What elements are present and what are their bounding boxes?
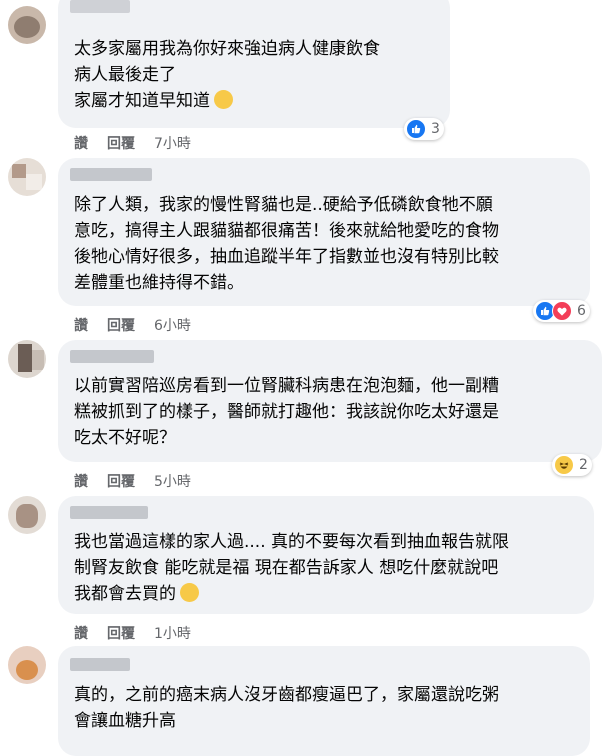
reaction-summary[interactable]: 2 xyxy=(552,454,592,476)
author-name-blurred xyxy=(70,658,130,671)
comment-actions: 讚 回覆 1小時 xyxy=(74,623,210,643)
like-button[interactable]: 讚 xyxy=(74,318,88,334)
like-button[interactable]: 讚 xyxy=(74,136,88,152)
comment-line: 後牠心情好很多，抽血追蹤半年了指數並也沒有特別比較 xyxy=(74,247,499,267)
comment-text: 除了人類，我家的慢性腎貓也是..硬給予低磷飲食牠不願 意吃，搞得主人跟貓貓都很痛… xyxy=(74,192,499,296)
timestamp[interactable]: 7小時 xyxy=(154,136,191,152)
comment-text: 太多家屬用我為你好來強迫病人健康飲食 病人最後走了 家屬才知道早知道 xyxy=(74,36,380,114)
comment-line: 太多家屬用我為你好來強迫病人健康飲食 xyxy=(74,39,380,59)
reaction-count: 6 xyxy=(577,303,586,319)
comment-line: 我也當過這樣的家人過.... 真的不要每次看到抽血報告就限 xyxy=(74,532,510,552)
reply-button[interactable]: 回覆 xyxy=(107,136,135,152)
like-button[interactable]: 讚 xyxy=(74,626,88,642)
reply-button[interactable]: 回覆 xyxy=(107,318,135,334)
avatar[interactable] xyxy=(8,340,46,378)
comment-actions: 讚 回覆 7小時 xyxy=(74,133,210,153)
comment-line: 會讓血糖升高 xyxy=(74,711,176,731)
comment-text: 我也當過這樣的家人過.... 真的不要每次看到抽血報告就限 制腎友飲食 能吃就是… xyxy=(74,529,509,607)
comment-text: 以前實習陪巡房看到一位腎臟科病患在泡泡麵，他一副糟 糕被抓到了的樣子，醫師就打趣… xyxy=(74,373,499,451)
like-button[interactable]: 讚 xyxy=(74,474,88,490)
like-reaction-icon xyxy=(406,119,426,139)
comment-line: 制腎友飲食 能吃就是福 現在都告訴家人 想吃什麼就說吧 xyxy=(74,558,499,578)
comment-line: 我都會去買的 xyxy=(74,581,509,607)
comment-line: 意吃，搞得主人跟貓貓都很痛苦！後來就給牠愛吃的食物 xyxy=(74,221,499,241)
author-name-blurred xyxy=(70,0,130,13)
comment-line: 真的，之前的癌末病人沒牙齒都瘦逼巴了，家屬還說吃粥 xyxy=(74,685,499,705)
comment-line: 家屬才知道早知道 xyxy=(74,88,380,114)
reaction-count: 3 xyxy=(431,121,440,137)
timestamp[interactable]: 6小時 xyxy=(154,318,191,334)
relieved-face-icon xyxy=(180,583,199,602)
comment-line: 病人最後走了 xyxy=(74,65,176,85)
comment-line: 吃太不好呢？ xyxy=(74,428,176,448)
comment-line: 差體重也維持得不錯。 xyxy=(74,273,244,293)
haha-reaction-icon xyxy=(554,455,574,475)
timestamp[interactable]: 5小時 xyxy=(154,474,191,490)
reaction-count: 2 xyxy=(579,457,588,473)
avatar[interactable] xyxy=(8,158,46,196)
comment-actions: 讚 回覆 5小時 xyxy=(74,471,210,491)
avatar[interactable] xyxy=(8,646,46,684)
reply-button[interactable]: 回覆 xyxy=(107,474,135,490)
avatar[interactable] xyxy=(8,6,46,44)
comment-actions: 讚 回覆 6小時 xyxy=(74,315,210,335)
love-reaction-icon xyxy=(552,301,572,321)
comment-line: 以前實習陪巡房看到一位腎臟科病患在泡泡麵，他一副糟 xyxy=(74,376,499,396)
author-name-blurred xyxy=(70,168,152,181)
timestamp[interactable]: 1小時 xyxy=(154,626,191,642)
reaction-summary[interactable]: 6 xyxy=(533,300,590,322)
comment-text: 真的，之前的癌末病人沒牙齒都瘦逼巴了，家屬還說吃粥 會讓血糖升高 xyxy=(74,682,499,734)
reaction-summary[interactable]: 3 xyxy=(404,118,444,140)
crying-face-icon xyxy=(214,90,233,109)
avatar[interactable] xyxy=(8,496,46,534)
comment-line: 除了人類，我家的慢性腎貓也是..硬給予低磷飲食牠不願 xyxy=(74,195,493,215)
author-name-blurred xyxy=(70,506,148,519)
comment-line: 糕被抓到了的樣子，醫師就打趣他：我該說你吃太好還是 xyxy=(74,402,499,422)
author-name-blurred xyxy=(70,350,154,363)
reply-button[interactable]: 回覆 xyxy=(107,626,135,642)
